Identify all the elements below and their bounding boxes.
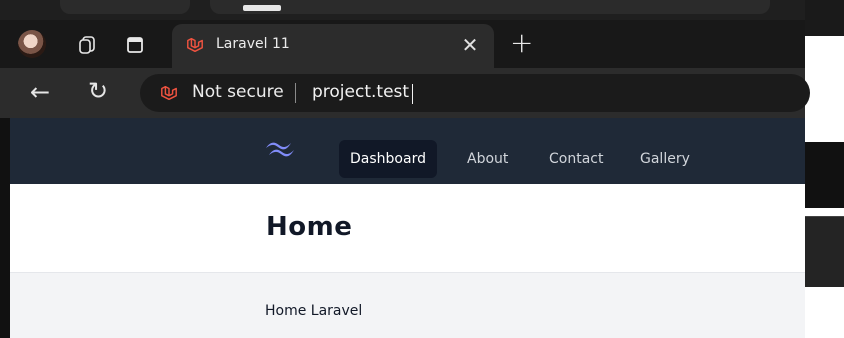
close-icon[interactable]: ✕: [460, 33, 480, 57]
url-input[interactable]: project.test: [312, 82, 409, 102]
background-tab: [60, 0, 190, 14]
nav-item-label: Dashboard: [350, 151, 426, 167]
page-title: Home: [266, 212, 353, 242]
background-panel: [805, 142, 844, 208]
page-header: Home: [10, 184, 805, 273]
toolbar: ← ↻ Not secure project.test: [0, 68, 810, 118]
profile-avatar[interactable]: [18, 30, 46, 58]
nav-item-gallery[interactable]: Gallery: [640, 140, 690, 178]
reload-icon[interactable]: ↻: [88, 77, 108, 105]
laravel-icon[interactable]: [160, 84, 178, 102]
security-indicator[interactable]: Not secure: [192, 82, 284, 102]
nav-item-contact[interactable]: Contact: [549, 140, 603, 178]
divider: [295, 83, 296, 103]
nav-item-label: Contact: [549, 151, 604, 167]
tab-actions-icon[interactable]: [122, 32, 148, 58]
window-edge: [0, 118, 10, 338]
nav-item-label: About: [467, 151, 509, 167]
content-text: Home Laravel: [265, 303, 363, 319]
text-caret: [412, 84, 413, 104]
tab-title: Laravel 11: [216, 36, 290, 52]
tailwind-logo-icon[interactable]: [262, 138, 298, 160]
background-selection-mark: [243, 5, 281, 11]
tab-active[interactable]: Laravel 11 ✕: [172, 24, 494, 68]
main-content: Home Laravel: [10, 273, 805, 338]
arrow-left-icon[interactable]: ←: [30, 78, 50, 106]
plus-icon[interactable]: +: [510, 26, 533, 59]
nav-item-dashboard[interactable]: Dashboard: [339, 140, 437, 178]
web-page: Dashboard About Contact Gallery Home Hom…: [10, 118, 805, 338]
laravel-icon: [187, 37, 203, 53]
workspaces-icon[interactable]: [74, 32, 100, 58]
background-panel: [805, 216, 844, 287]
address-bar[interactable]: Not secure project.test: [140, 74, 810, 112]
top-navigation: Dashboard About Contact Gallery: [10, 118, 805, 184]
nav-item-about[interactable]: About: [467, 140, 508, 178]
nav-item-label: Gallery: [640, 151, 690, 167]
background-window-right: [805, 0, 844, 338]
tab-strip: Laravel 11 ✕ +: [0, 20, 805, 68]
background-panel: [805, 0, 844, 36]
background-window-strip: [0, 0, 844, 20]
background-address-bar: [210, 0, 770, 14]
